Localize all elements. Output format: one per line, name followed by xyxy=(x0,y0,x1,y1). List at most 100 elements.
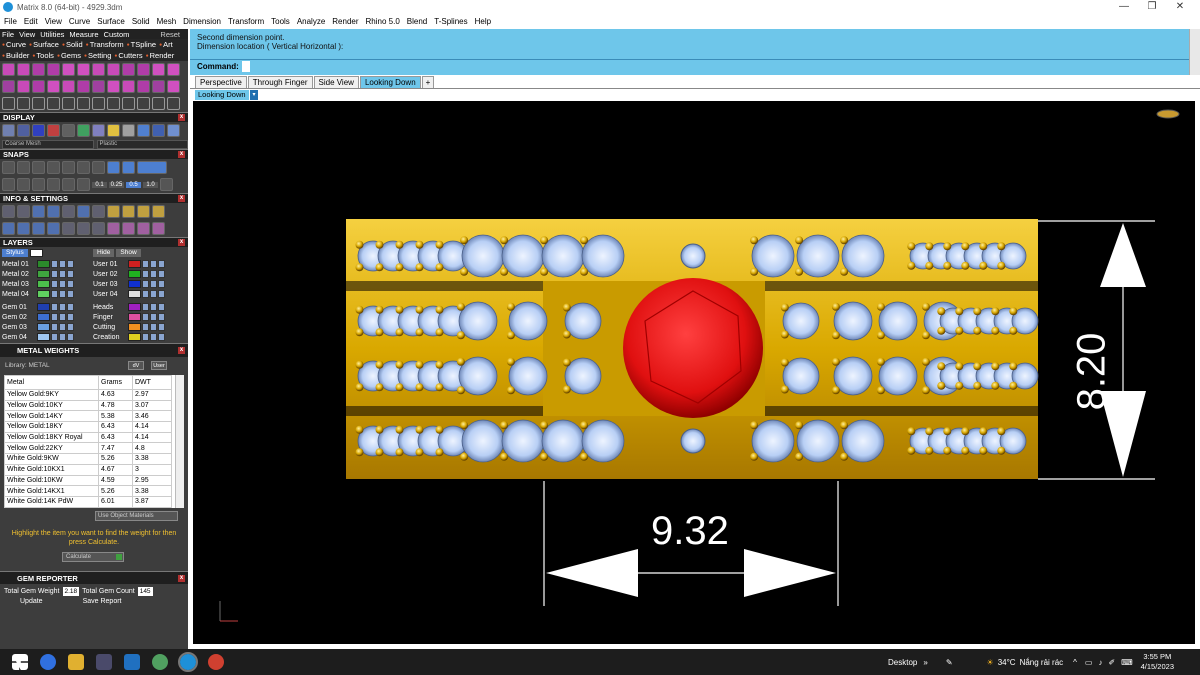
tab-cutters[interactable]: Cutters xyxy=(114,51,142,60)
table-row[interactable]: Yellow Gold:18KY Royal 6.43 4.14 xyxy=(4,431,172,444)
command-line[interactable]: Command: xyxy=(190,59,1200,73)
fillet-tool-icon[interactable] xyxy=(17,80,30,93)
chrome-icon[interactable] xyxy=(208,654,224,670)
osnap-icon[interactable] xyxy=(47,178,60,191)
show-button[interactable]: Show xyxy=(116,249,141,257)
select-toggle[interactable] xyxy=(67,260,74,268)
layer-row[interactable]: User 02 xyxy=(93,269,181,279)
menu-dimension[interactable]: Dimension xyxy=(183,17,221,26)
panel-menu-view[interactable]: View xyxy=(19,30,35,39)
select-toggle[interactable] xyxy=(158,270,165,278)
network-icon[interactable]: ▭ xyxy=(1085,658,1093,667)
app-icon[interactable] xyxy=(152,654,168,670)
select-toggle[interactable] xyxy=(67,270,74,278)
column-header-metal[interactable]: Metal xyxy=(4,375,99,390)
layer-row[interactable]: Metal 02 xyxy=(2,269,90,279)
visibility-toggle[interactable] xyxy=(150,260,157,268)
table-row[interactable]: Yellow Gold:10KY 4.78 3.07 xyxy=(4,399,172,412)
active-viewport-label[interactable]: Looking Down xyxy=(195,90,249,100)
menu-tsplines[interactable]: T-Splines xyxy=(434,17,467,26)
table-row[interactable]: White Gold:10KX1 4.67 3 xyxy=(4,463,172,476)
select-toggle[interactable] xyxy=(158,323,165,331)
tab-gems[interactable]: Gems xyxy=(57,51,81,60)
close-section-icon[interactable]: x xyxy=(178,195,185,202)
revolve-tool-icon[interactable] xyxy=(137,63,150,76)
metal-weights-header[interactable]: METAL WEIGHTS x xyxy=(0,343,188,357)
lighting-icon[interactable] xyxy=(152,124,165,137)
use-object-materials-checkbox[interactable]: Use Object Materials xyxy=(95,511,178,521)
viewport-dropdown-icon[interactable]: ▾ xyxy=(250,90,258,100)
volume-icon[interactable]: ♪ xyxy=(1098,658,1102,667)
table-row[interactable]: Yellow Gold:22KY 7.47 4.8 xyxy=(4,442,172,455)
menu-help[interactable]: Help xyxy=(475,17,491,26)
close-section-icon[interactable]: x xyxy=(178,114,185,121)
select-toggle[interactable] xyxy=(67,303,74,311)
measure-icon[interactable] xyxy=(152,205,165,218)
lock-toggle[interactable] xyxy=(142,323,149,331)
tab-builder[interactable]: Builder xyxy=(2,51,29,60)
xray-icon[interactable] xyxy=(62,124,75,137)
lock-toggle[interactable] xyxy=(51,280,58,288)
visibility-toggle[interactable] xyxy=(150,290,157,298)
menu-file[interactable]: File xyxy=(4,17,17,26)
layer-row[interactable]: Cutting xyxy=(93,322,181,332)
panel-menu-custom[interactable]: Custom xyxy=(104,30,130,39)
layer-row[interactable]: Finger xyxy=(93,312,181,322)
layer-row[interactable]: User 03 xyxy=(93,279,181,289)
layer-row[interactable]: User 01 xyxy=(93,259,181,269)
snap-value-1[interactable]: 0.1 xyxy=(92,181,107,188)
offset-tool-icon[interactable] xyxy=(137,80,150,93)
layer-row[interactable]: Creation xyxy=(93,332,181,342)
tree-icon[interactable] xyxy=(122,222,135,235)
snap-value-2[interactable]: 0.25 xyxy=(109,181,124,188)
visibility-toggle[interactable] xyxy=(59,270,66,278)
snap-value-3[interactable]: 0.5 xyxy=(126,181,141,188)
layer-row[interactable]: Gem 04 xyxy=(2,332,90,342)
viewport-icon[interactable] xyxy=(2,222,15,235)
explode-tool-icon[interactable] xyxy=(122,80,135,93)
print-icon[interactable] xyxy=(92,205,105,218)
select-toggle[interactable] xyxy=(158,333,165,341)
snap-int-icon[interactable] xyxy=(77,161,90,174)
table-row[interactable]: Yellow Gold:14KY 5.38 3.46 xyxy=(4,410,172,423)
dv-button[interactable]: dV xyxy=(128,360,144,370)
visibility-toggle[interactable] xyxy=(59,260,66,268)
lock-toggle[interactable] xyxy=(51,333,58,341)
move-tool-icon[interactable] xyxy=(62,97,75,110)
menu-surface[interactable]: Surface xyxy=(97,17,125,26)
update-button[interactable]: Update xyxy=(20,598,43,608)
layers-icon[interactable] xyxy=(32,205,45,218)
system-clock[interactable]: 3:55 PM 4/15/2023 xyxy=(1141,652,1174,672)
cylinder-tool-icon[interactable] xyxy=(77,63,90,76)
layer-row[interactable]: Gem 02 xyxy=(2,312,90,322)
snap-settings-icon[interactable] xyxy=(160,178,173,191)
select-toggle[interactable] xyxy=(158,260,165,268)
layer-color-swatch[interactable] xyxy=(128,280,141,288)
torus-tool-icon[interactable] xyxy=(32,63,45,76)
layer-row[interactable]: Heads xyxy=(93,302,181,312)
twist-tool-icon[interactable] xyxy=(137,97,150,110)
weather-temperature[interactable]: 34°C xyxy=(998,658,1016,667)
diamond-icon[interactable] xyxy=(152,222,165,235)
start-icon[interactable] xyxy=(12,654,28,670)
lock-toggle[interactable] xyxy=(51,260,58,268)
lock-toggle[interactable] xyxy=(142,290,149,298)
save-icon[interactable] xyxy=(77,205,90,218)
stack-icon[interactable] xyxy=(137,222,150,235)
layer-color-swatch[interactable] xyxy=(37,270,50,278)
snap-cen-icon[interactable] xyxy=(62,161,75,174)
select-toggle[interactable] xyxy=(158,280,165,288)
menu-edit[interactable]: Edit xyxy=(24,17,38,26)
lock-toggle[interactable] xyxy=(51,270,58,278)
active-layer-label[interactable]: Stylus xyxy=(2,249,28,257)
tab-perspective[interactable]: Perspective xyxy=(195,76,247,88)
visibility-toggle[interactable] xyxy=(59,303,66,311)
table-row[interactable]: White Gold:14K PdW 6.01 3.87 xyxy=(4,495,172,508)
lock-toggle[interactable] xyxy=(51,290,58,298)
snap-value-4[interactable]: 1.0 xyxy=(143,181,158,188)
scale-tool-icon[interactable] xyxy=(17,97,30,110)
layer-color-swatch[interactable] xyxy=(37,333,50,341)
table-row[interactable]: Yellow Gold:18KY 6.43 4.14 xyxy=(4,421,172,433)
command-input[interactable] xyxy=(241,61,250,72)
matrix-taskbar-icon[interactable] xyxy=(178,652,198,672)
